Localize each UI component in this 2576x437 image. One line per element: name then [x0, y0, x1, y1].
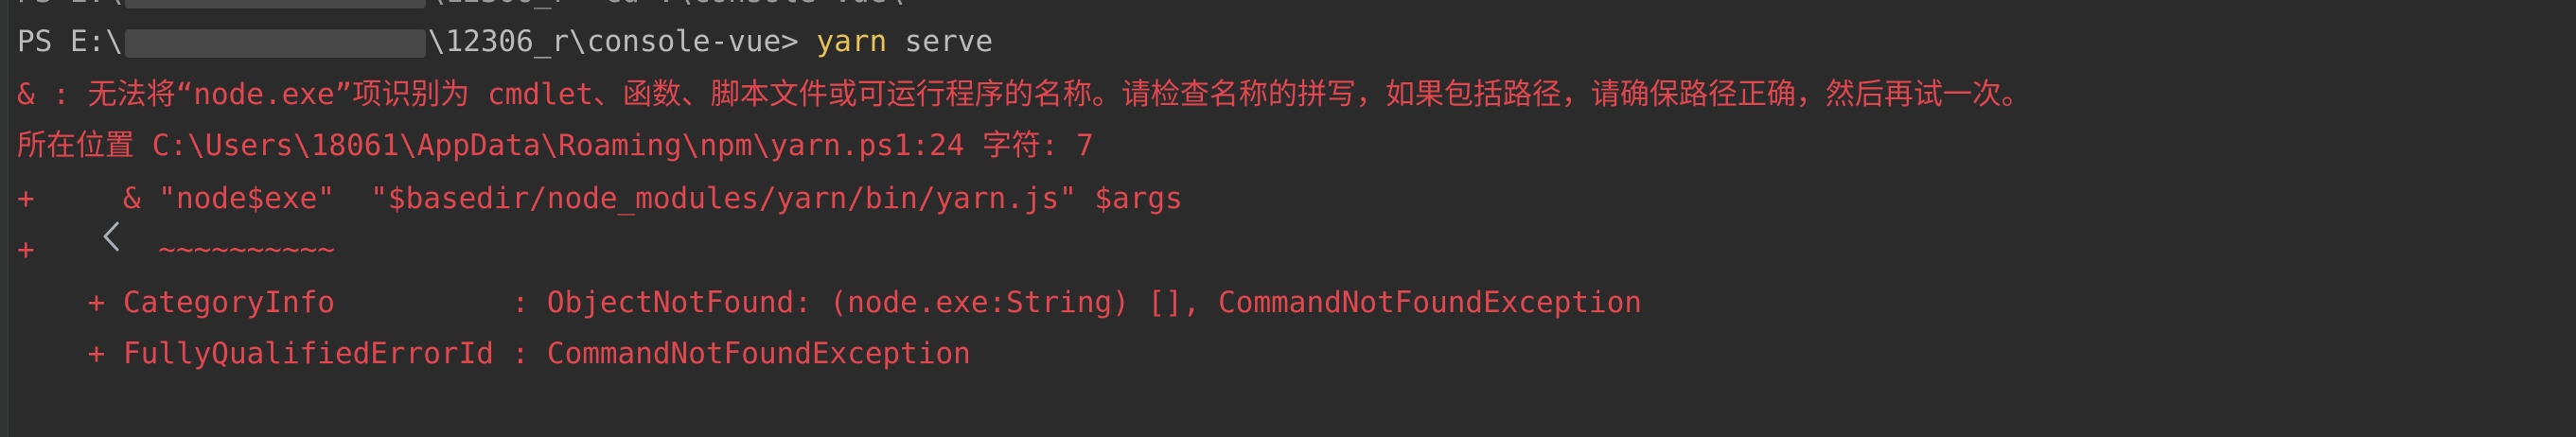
redacted-path [124, 0, 426, 9]
error-id-line: + FullyQualifiedErrorId : CommandNotFoun… [17, 337, 971, 371]
error-source-line: + & "node$exe" "$basedir/node_modules/ya… [17, 182, 1183, 216]
command-name: yarn [816, 25, 888, 59]
error-message-line: & : 无法将“node.exe”项识别为 cmdlet、函数、脚本文件或可运行… [17, 78, 2031, 112]
previous-command-line: PS E:\ \12306_r> cd .\console-vue\ [17, 0, 905, 9]
previous-prompt-tail: \12306_r> cd .\console-vue\ [428, 0, 905, 9]
previous-prompt-prefix: PS E:\ [17, 0, 123, 9]
chevron-left-icon[interactable] [97, 218, 127, 255]
command-argument: serve [887, 25, 994, 59]
error-location-line: 所在位置 C:\Users\18061\AppData\Roaming\npm\… [17, 129, 1094, 163]
terminal-gutter [0, 0, 9, 437]
error-category-line: + CategoryInfo : ObjectNotFound: (node.e… [17, 286, 1643, 320]
terminal-window[interactable]: PS E:\ \12306_r> cd .\console-vue\ PS E:\… [0, 0, 2576, 437]
redacted-path [124, 28, 426, 58]
error-marker-line: + ~~~~~~~~~~ [17, 233, 335, 267]
prompt-prefix: PS E:\ [17, 25, 123, 59]
prompt-suffix: \12306_r\console-vue> [427, 25, 799, 59]
prompt-line: PS E:\ \12306_r\console-vue> yarn serve [17, 25, 993, 59]
